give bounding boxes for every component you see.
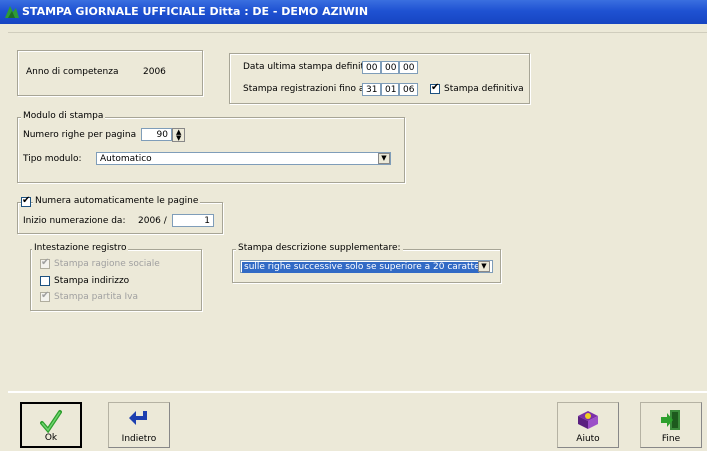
descrizione-dropdown-icon[interactable]: ▼ <box>478 261 490 272</box>
window-title: STAMPA GIORNALE UFFICIALE Ditta : DE - D… <box>22 5 369 18</box>
check-mark-icon: ✔ <box>22 195 31 206</box>
anno-label: Anno di competenza <box>26 67 119 77</box>
inizio-year-label: 2006 / <box>138 216 167 226</box>
partita-iva-checkbox[interactable]: ✔ <box>40 290 50 302</box>
stampa-definitiva-label[interactable]: Stampa definitiva <box>444 84 524 94</box>
indietro-label: Indietro <box>121 434 157 444</box>
inizio-numerazione-input[interactable]: 1 <box>172 214 214 227</box>
intestazione-group-title: Intestazione registro <box>32 243 129 253</box>
check-mark-icon: ✔ <box>41 290 50 301</box>
fino-al-month[interactable]: 01 <box>381 83 399 96</box>
indirizzo-label[interactable]: Stampa indirizzo <box>54 276 129 286</box>
numera-pagine-label[interactable]: Numera automaticamente le pagine <box>33 196 201 206</box>
partita-iva-label[interactable]: Stampa partita Iva <box>54 292 138 302</box>
ragione-sociale-label[interactable]: Stampa ragione sociale <box>54 259 160 269</box>
righe-label: Numero righe per pagina <box>23 130 137 140</box>
ragione-sociale-checkbox[interactable]: ✔ <box>40 257 50 269</box>
ok-label: Ok <box>22 433 80 443</box>
help-book-icon <box>578 411 598 429</box>
modulo-group-title: Modulo di stampa <box>21 111 106 121</box>
fine-label: Fine <box>661 434 681 444</box>
aiuto-label: Aiuto <box>576 434 600 444</box>
descrizione-group-title: Stampa descrizione supplementare: <box>236 243 403 253</box>
fino-al-day[interactable]: 31 <box>362 83 381 96</box>
descrizione-select[interactable]: sulle righe successive solo se superiore… <box>240 260 493 273</box>
righe-input[interactable]: 90 <box>141 128 172 141</box>
stampa-definitiva-checkbox[interactable]: ✔ <box>430 82 440 94</box>
aiuto-button[interactable]: Aiuto <box>557 402 619 448</box>
indietro-button[interactable]: Indietro <box>108 402 170 448</box>
check-mark-icon: ✔ <box>431 82 440 93</box>
tipo-modulo-label: Tipo modulo: <box>23 154 82 164</box>
ok-label-text: Ok <box>44 433 58 443</box>
modulo-group <box>17 117 405 183</box>
fino-al-label: Stampa registrazioni fino al <box>243 84 367 94</box>
fino-al-year[interactable]: 06 <box>399 83 418 96</box>
fine-button[interactable]: Fine <box>640 402 702 448</box>
indirizzo-checkbox[interactable] <box>40 276 50 286</box>
title-bar: STAMPA GIORNALE UFFICIALE Ditta : DE - D… <box>0 0 707 24</box>
data-ultima-label: Data ultima stampa definitiva <box>243 62 378 72</box>
check-mark-icon: ✔ <box>41 257 50 268</box>
checkmark-icon <box>40 410 62 433</box>
ok-button[interactable]: Ok <box>20 402 82 448</box>
righe-spinner[interactable]: ▲ ▼ <box>172 128 185 142</box>
data-ultima-day[interactable]: 00 <box>362 61 381 74</box>
exit-door-icon <box>661 410 680 430</box>
data-ultima-year[interactable]: 00 <box>399 61 418 74</box>
anno-value: 2006 <box>143 67 166 77</box>
numera-pagine-checkbox[interactable]: ✔ <box>21 195 31 207</box>
inizio-numerazione-label: Inizio numerazione da: <box>23 216 126 226</box>
tipo-modulo-select[interactable]: Automatico <box>96 152 391 165</box>
app-icon <box>5 6 19 18</box>
tipo-modulo-dropdown-icon[interactable]: ▼ <box>378 153 390 164</box>
descrizione-selected-value: sulle righe successive solo se superiore… <box>242 262 479 273</box>
back-arrow-icon <box>129 411 147 425</box>
spin-down-icon[interactable]: ▼ <box>176 134 181 142</box>
data-ultima-month[interactable]: 00 <box>381 61 399 74</box>
